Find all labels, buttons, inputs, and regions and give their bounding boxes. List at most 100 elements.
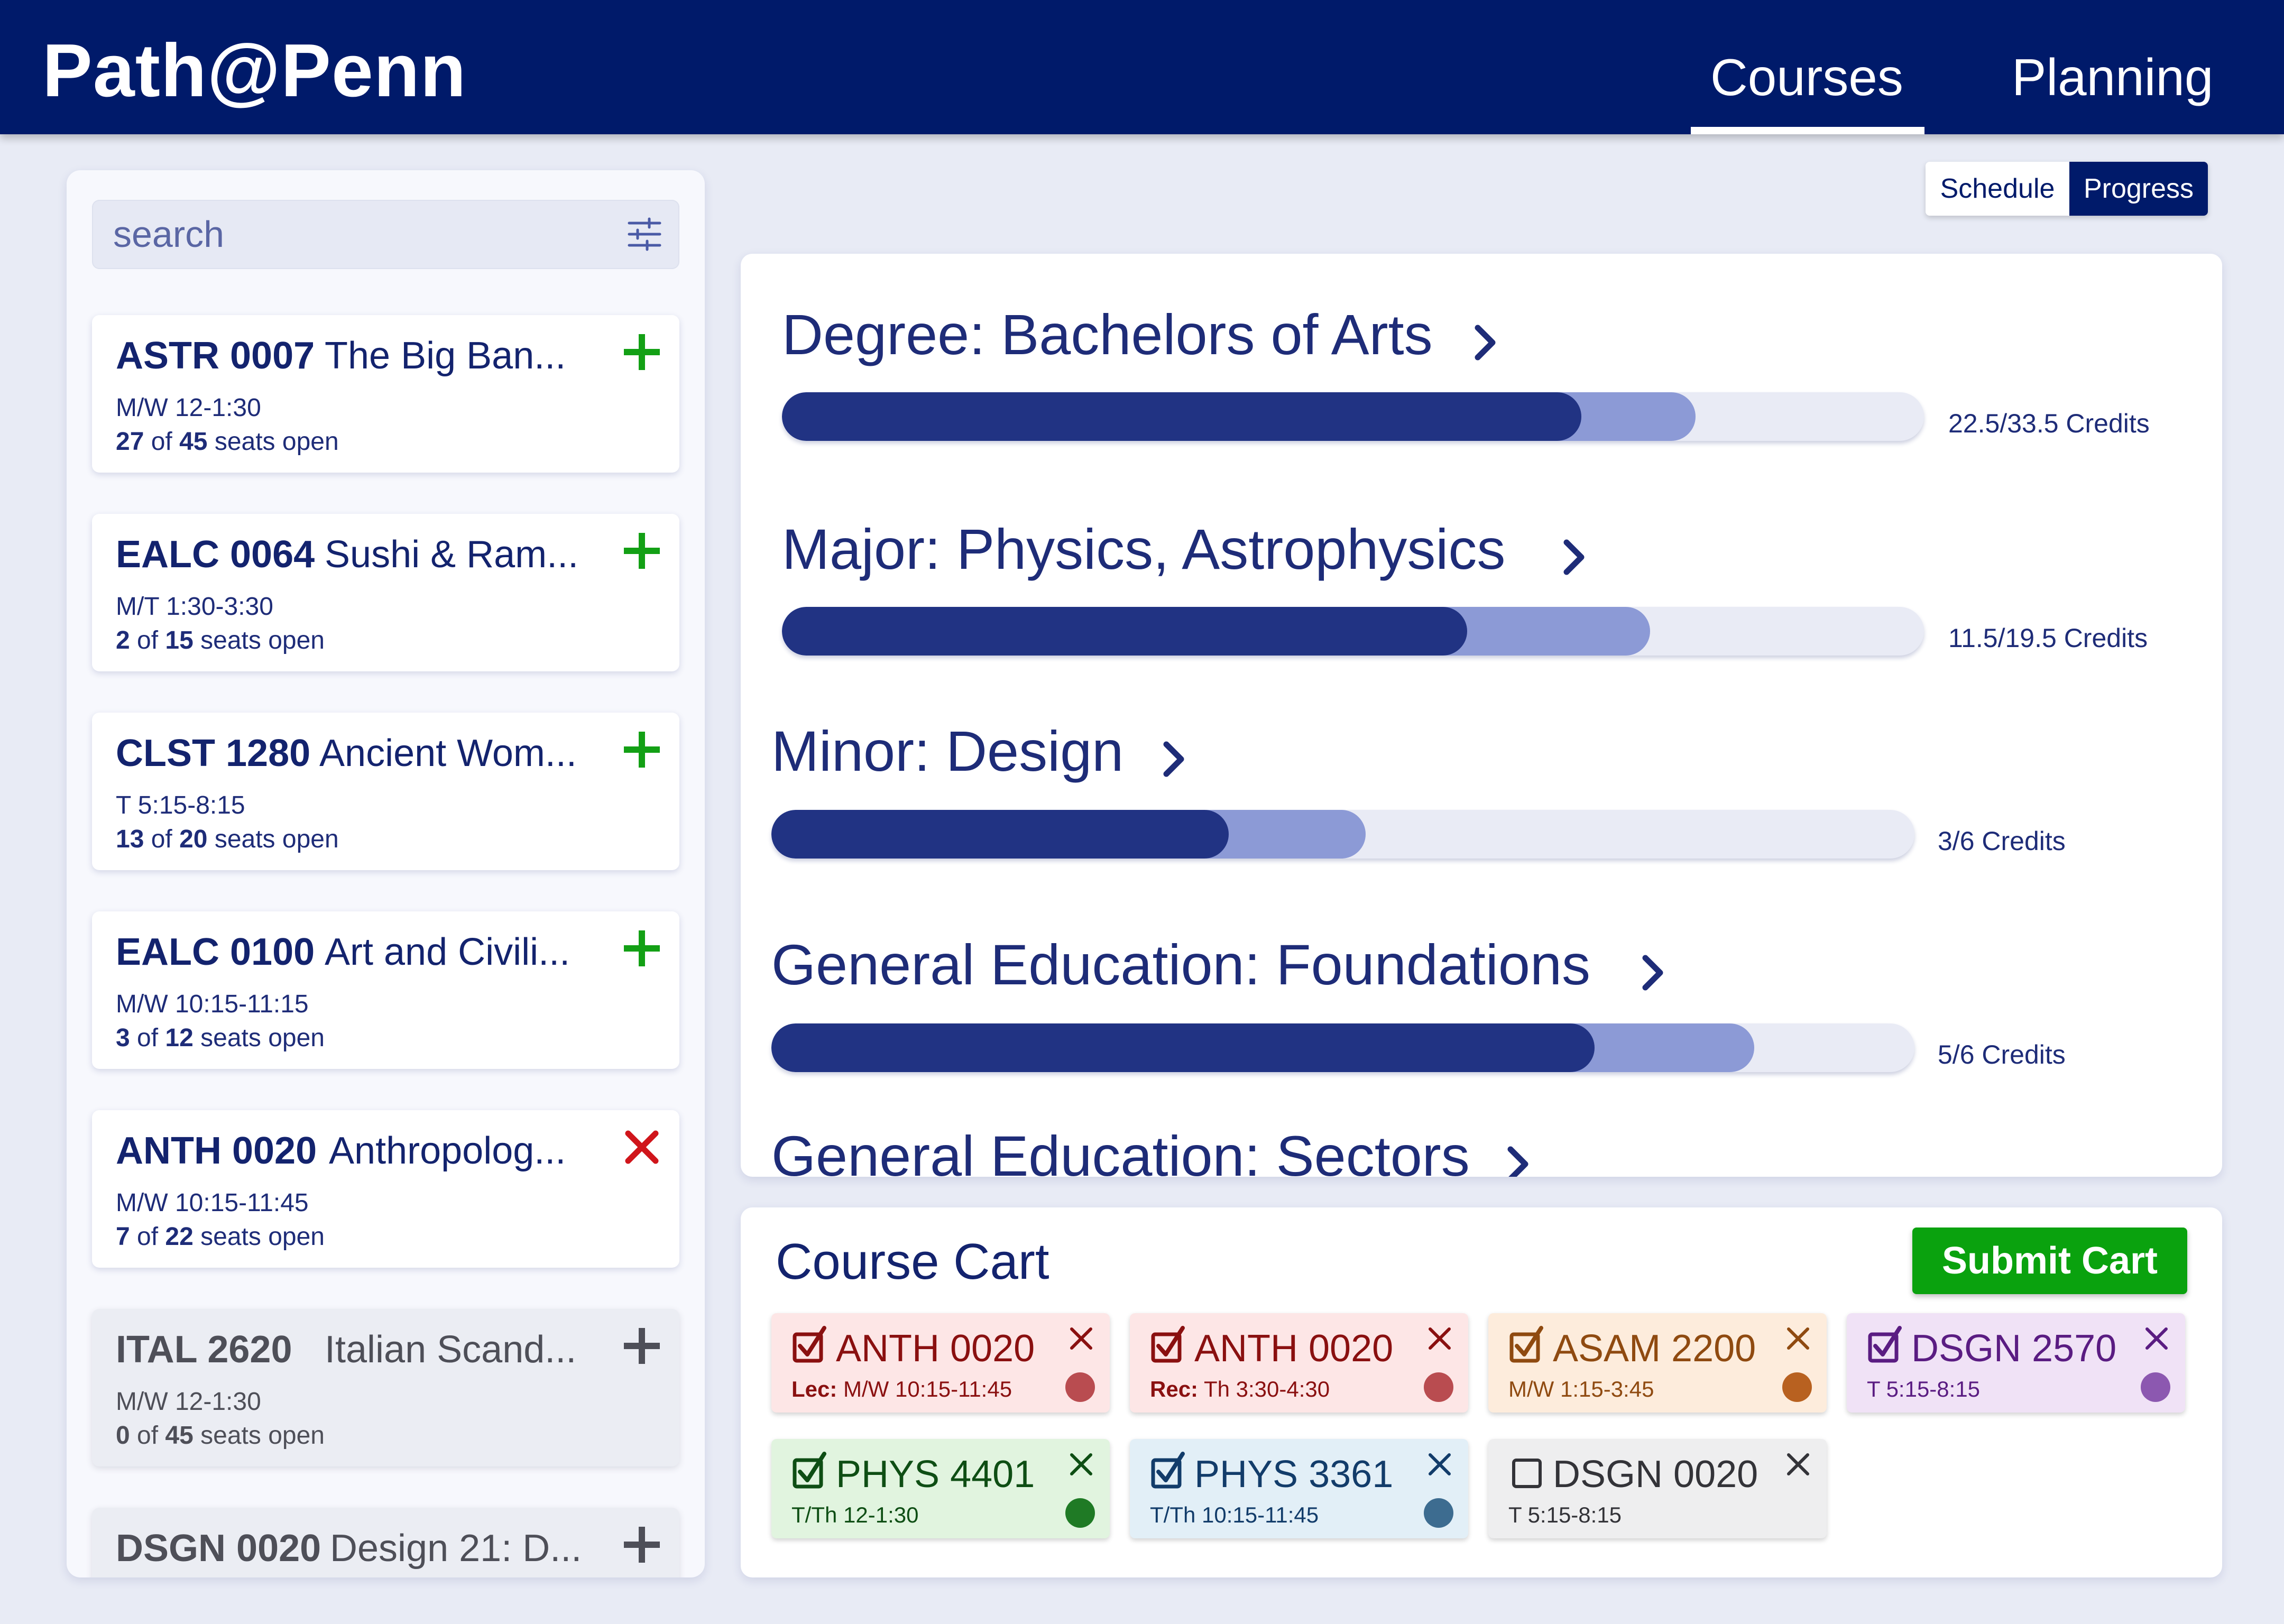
tab-planning[interactable]: Planning	[2012, 48, 2213, 107]
course-seats: 7 of 22 seats open	[116, 1223, 325, 1251]
search-bar	[92, 200, 679, 269]
progress-panel: Degree: Bachelors of Arts 22.5/33.5 Cred…	[741, 254, 2222, 1177]
course-card[interactable]: EALC 0064 Sushi & Ram... M/T 1:30-3:30 2…	[92, 514, 679, 671]
course-time: M/W 10:15-11:45	[116, 1189, 309, 1217]
checkbox-checked-icon[interactable]	[790, 1323, 833, 1365]
course-card[interactable]: EALC 0100 Art and Civili... M/W 10:15-11…	[92, 911, 679, 1069]
color-dot[interactable]	[1065, 1498, 1095, 1528]
cart-item[interactable]: PHYS 3361 T/Th 10:15-11:45	[1130, 1439, 1468, 1538]
cart-item-code: DSGN 2570	[1911, 1327, 2117, 1370]
course-code: DSGN 0020	[116, 1527, 321, 1570]
course-card[interactable]: DSGN 0020 Design 21: D...	[92, 1508, 679, 1577]
app-logo[interactable]: Path@Penn	[42, 27, 466, 114]
requirement-title[interactable]: General Education: Foundations	[771, 931, 1590, 998]
add-course-icon[interactable]	[621, 331, 663, 373]
color-dot[interactable]	[1782, 1372, 1812, 1402]
close-icon[interactable]	[2143, 1325, 2170, 1352]
close-icon[interactable]	[1067, 1451, 1095, 1478]
search-input[interactable]	[113, 213, 589, 256]
course-title: Ancient Wom...	[319, 732, 577, 774]
close-icon[interactable]	[1426, 1325, 1453, 1352]
course-title: The Big Ban...	[325, 335, 566, 377]
course-card[interactable]: ANTH 0020 Anthropolog... M/W 10:15-11:45…	[92, 1110, 679, 1268]
course-time: M/W 10:15-11:15	[116, 990, 309, 1018]
course-seats: 13 of 20 seats open	[116, 825, 339, 853]
course-title: Design 21: D...	[330, 1527, 582, 1570]
toggle-progress-button[interactable]: Progress	[2069, 162, 2208, 216]
checkbox-checked-icon[interactable]	[1507, 1323, 1550, 1365]
course-cart-panel: Course Cart Submit Cart ANTH 0020 Lec: M…	[741, 1207, 2222, 1577]
course-time: T 5:15-8:15	[116, 791, 245, 819]
course-time: M/W 12-1:30	[116, 394, 261, 422]
chevron-right-icon[interactable]	[1502, 1143, 1534, 1177]
requirement-title[interactable]: General Education: Sectors	[771, 1123, 1470, 1177]
color-dot[interactable]	[1424, 1498, 1453, 1528]
cart-item-schedule: M/W 1:15-3:45	[1508, 1377, 1654, 1401]
remove-course-icon[interactable]	[621, 1126, 663, 1168]
course-seats: 0 of 45 seats open	[116, 1422, 325, 1450]
close-icon[interactable]	[1426, 1451, 1453, 1478]
top-nav-bar: Path@Penn Courses Planning	[0, 0, 2284, 134]
course-time: M/T 1:30-3:30	[116, 593, 273, 621]
chevron-right-icon[interactable]	[1637, 952, 1669, 994]
progress-bar-completed	[782, 392, 1581, 441]
course-code: ASTR 0007	[116, 335, 315, 377]
cart-item[interactable]: ANTH 0020 Lec: M/W 10:15-11:45	[771, 1313, 1110, 1413]
progress-bar	[771, 810, 1914, 859]
course-code: EALC 0064	[116, 533, 315, 576]
toggle-schedule-button[interactable]: Schedule	[1926, 162, 2069, 216]
course-card[interactable]: ASTR 0007 The Big Ban... M/W 12-1:30 27 …	[92, 315, 679, 473]
color-dot[interactable]	[2141, 1372, 2170, 1402]
checkbox-checked-icon[interactable]	[1866, 1323, 1908, 1365]
requirement-credits: 3/6 Credits	[1938, 826, 2066, 856]
close-icon[interactable]	[1784, 1451, 1812, 1478]
tab-courses[interactable]: Courses	[1710, 48, 1903, 107]
cart-item[interactable]: DSGN 2570 T 5:15-8:15	[1847, 1313, 2185, 1413]
course-card[interactable]: CLST 1280 Ancient Wom... T 5:15-8:15 13 …	[92, 713, 679, 870]
progress-bar	[771, 1023, 1914, 1072]
add-course-icon[interactable]	[621, 1524, 663, 1566]
requirement-title[interactable]: Minor: Design	[771, 718, 1123, 784]
checkbox-unchecked-icon[interactable]	[1507, 1448, 1550, 1491]
checkbox-checked-icon[interactable]	[790, 1448, 833, 1491]
progress-bar-completed	[771, 1023, 1595, 1072]
cart-item[interactable]: ASAM 2200 M/W 1:15-3:45	[1488, 1313, 1827, 1413]
course-seats: 2 of 15 seats open	[116, 626, 325, 654]
requirement-title[interactable]: Major: Physics, Astrophysics	[782, 516, 1505, 582]
chevron-right-icon[interactable]	[1158, 738, 1190, 780]
cart-item-code: ANTH 0020	[836, 1327, 1035, 1370]
checkbox-checked-icon[interactable]	[1149, 1448, 1191, 1491]
progress-bar	[782, 607, 1924, 656]
cart-item-code: PHYS 3361	[1194, 1453, 1394, 1496]
filter-sliders-icon[interactable]	[626, 216, 663, 253]
chevron-right-icon[interactable]	[1469, 321, 1501, 364]
requirement-credits: 22.5/33.5 Credits	[1948, 409, 2150, 438]
add-course-icon[interactable]	[621, 530, 663, 572]
add-course-icon[interactable]	[621, 728, 663, 771]
cart-item[interactable]: DSGN 0020 T 5:15-8:15	[1488, 1439, 1827, 1538]
color-dot[interactable]	[1424, 1372, 1453, 1402]
course-search-panel: ASTR 0007 The Big Ban... M/W 12-1:30 27 …	[67, 170, 705, 1577]
progress-bar-completed	[782, 607, 1467, 656]
course-title: Anthropolog...	[329, 1130, 566, 1172]
chevron-right-icon[interactable]	[1558, 536, 1590, 578]
add-course-icon[interactable]	[621, 927, 663, 970]
view-toggle: Schedule Progress	[1926, 162, 2208, 216]
cart-item[interactable]: ANTH 0020 Rec: Th 3:30-4:30	[1130, 1313, 1468, 1413]
add-course-icon[interactable]	[621, 1325, 663, 1367]
submit-cart-button[interactable]: Submit Cart	[1912, 1228, 2187, 1294]
color-dot[interactable]	[1065, 1372, 1095, 1402]
progress-bar-completed	[771, 810, 1229, 859]
cart-item-code: DSGN 0020	[1553, 1453, 1758, 1496]
course-title: Italian Scand...	[325, 1328, 577, 1371]
requirement-title[interactable]: Degree: Bachelors of Arts	[782, 301, 1433, 367]
course-card[interactable]: ITAL 2620 Italian Scand... M/W 12-1:30 0…	[92, 1309, 679, 1466]
checkbox-checked-icon[interactable]	[1149, 1323, 1191, 1365]
cart-item[interactable]: PHYS 4401 T/Th 12-1:30	[771, 1439, 1110, 1538]
close-icon[interactable]	[1784, 1325, 1812, 1352]
course-code: ITAL 2620	[116, 1328, 292, 1371]
course-title: Sushi & Ram...	[325, 533, 579, 576]
cart-item-schedule: T/Th 10:15-11:45	[1150, 1502, 1319, 1527]
close-icon[interactable]	[1067, 1325, 1095, 1352]
active-tab-indicator	[1691, 127, 1924, 134]
